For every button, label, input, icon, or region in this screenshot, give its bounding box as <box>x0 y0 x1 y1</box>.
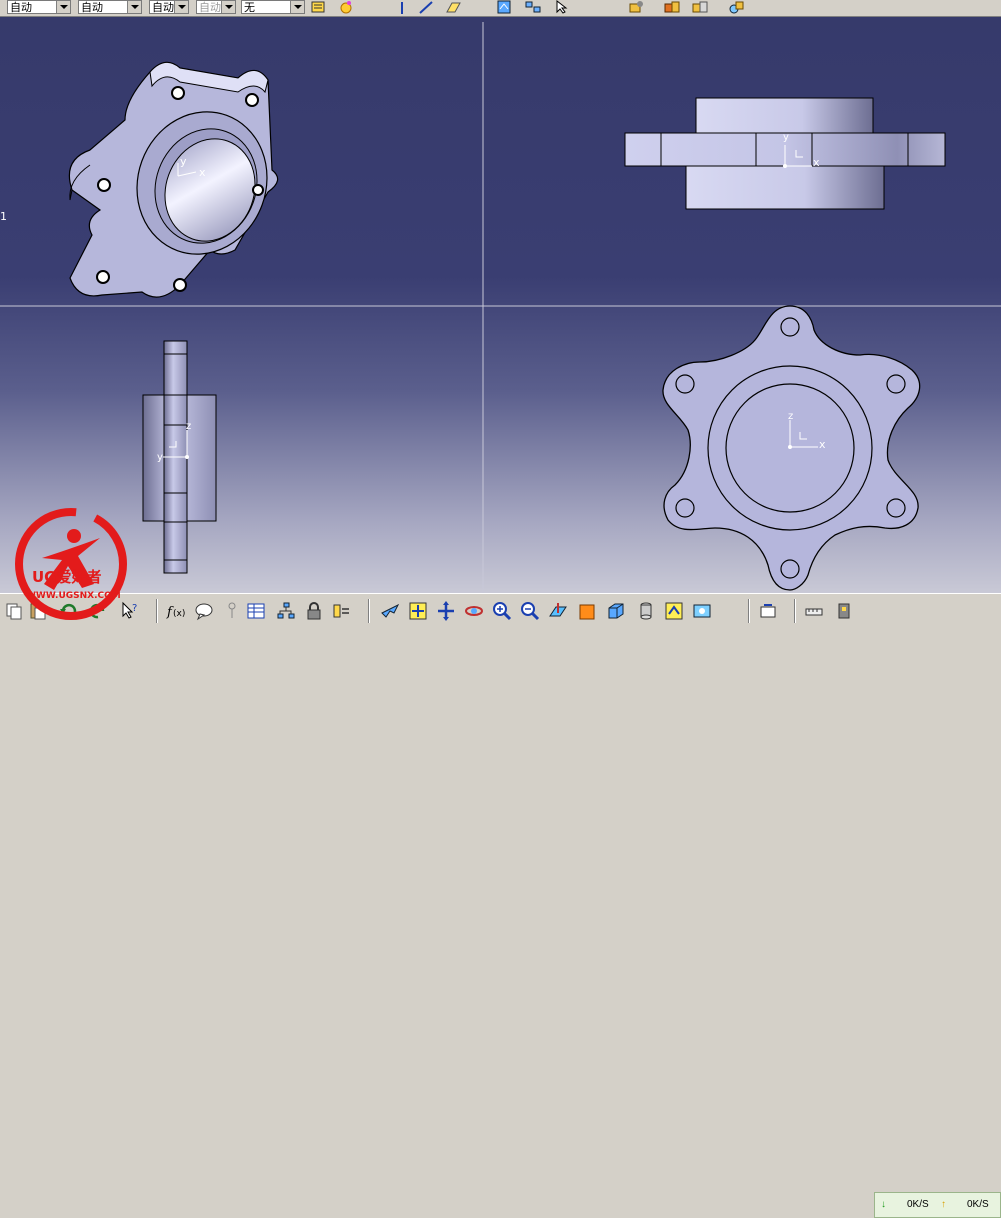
chevron-down-icon[interactable] <box>221 1 235 13</box>
front-axis-x-label: x <box>813 156 820 169</box>
download-arrow-icon: ↓ <box>881 1199 886 1210</box>
top-toolbar: 自动 自动 自动 自动 无 <box>0 0 1001 17</box>
iso-axis-x-label: x <box>199 166 206 179</box>
side-view[interactable]: z y <box>142 340 217 574</box>
key-icon[interactable] <box>222 601 242 621</box>
fit-all-icon[interactable] <box>408 601 428 621</box>
toolbar-separator <box>748 599 750 623</box>
line-tool-icon[interactable] <box>418 0 434 14</box>
color-combo[interactable]: 自动 <box>149 0 189 14</box>
mass-properties-icon[interactable] <box>834 601 854 621</box>
update-icon[interactable] <box>758 601 778 621</box>
table-icon[interactable] <box>246 601 266 621</box>
line-type-combo-value: 自动 <box>10 2 32 14</box>
normal-view-icon[interactable] <box>548 601 568 621</box>
select-cursor-icon[interactable] <box>554 0 570 14</box>
toolbar-separator <box>368 599 370 623</box>
arrow-up-icon[interactable] <box>394 0 410 14</box>
render-style-icon[interactable] <box>664 0 680 14</box>
lock-icon[interactable] <box>304 601 324 621</box>
chevron-down-icon[interactable] <box>290 1 304 13</box>
snapshot-icon[interactable] <box>692 601 712 621</box>
3d-viewport[interactable]: y x 1 y x z y z x <box>0 17 1001 593</box>
bottom-toolbar: ? f (x) ↓ 0K/S ↑ 0K/S <box>0 593 1001 1218</box>
svg-text:(x): (x) <box>173 609 185 619</box>
line-weight-combo-value: 自动 <box>81 2 103 14</box>
iso-axis-y-label: y <box>180 155 187 168</box>
side-axis-z-label: z <box>186 421 191 432</box>
zoom-in-icon[interactable] <box>492 601 512 621</box>
layer-combo[interactable]: 无 <box>241 0 305 14</box>
front-axis-y-label: y <box>783 132 789 143</box>
upload-speed: 0K/S <box>967 1199 989 1210</box>
pan-icon[interactable] <box>436 601 456 621</box>
side-axis-y-label: y <box>157 452 163 463</box>
color-sphere-icon[interactable] <box>338 0 354 14</box>
sketch-icon[interactable] <box>496 0 512 14</box>
toolbar-separator <box>794 599 796 623</box>
chevron-down-icon[interactable] <box>56 1 70 13</box>
ug-watermark-logo: UG爱好者 WWW.UGSNX.COM <box>15 508 127 620</box>
isometric-view[interactable]: y x <box>68 61 286 298</box>
left-edge-label: 1 <box>0 210 7 223</box>
zoom-out-icon[interactable] <box>520 601 540 621</box>
svg-text:?: ? <box>132 603 137 614</box>
measure-icon[interactable] <box>804 601 824 621</box>
watermark-url: WWW.UGSNX.COM <box>26 591 121 601</box>
line-type-combo[interactable]: 自动 <box>7 0 71 14</box>
shading-icon[interactable] <box>606 601 626 621</box>
quick-view-icon[interactable] <box>578 601 598 621</box>
top-axis-z-label: z <box>788 411 793 422</box>
top-view[interactable]: z x <box>662 305 921 591</box>
viewport-canvas[interactable]: y x 1 y x z y z x <box>0 17 1001 593</box>
color-combo-value: 自动 <box>152 2 174 14</box>
upload-arrow-icon: ↑ <box>941 1199 946 1210</box>
scene-icon[interactable] <box>728 0 744 14</box>
plane-icon[interactable] <box>445 0 461 14</box>
transparency-combo[interactable]: 自动 <box>196 0 236 14</box>
format-painter-icon[interactable] <box>310 0 326 14</box>
parameters-icon[interactable] <box>332 601 352 621</box>
apply-material-icon[interactable] <box>628 0 644 14</box>
top-axis-x-label: x <box>819 438 826 451</box>
chevron-down-icon[interactable] <box>127 1 141 13</box>
line-weight-combo[interactable]: 自动 <box>78 0 142 14</box>
transparency-combo-value: 自动 <box>199 2 221 14</box>
hide-show-icon[interactable] <box>636 601 656 621</box>
download-speed: 0K/S <box>907 1199 929 1210</box>
watermark-brand: UG爱好者 <box>32 568 102 586</box>
grid-icon[interactable] <box>525 0 541 14</box>
texture-icon[interactable] <box>692 0 708 14</box>
swap-space-icon[interactable] <box>664 601 684 621</box>
network-meter: ↓ 0K/S ↑ 0K/S <box>874 1192 1001 1218</box>
front-view[interactable]: y x <box>624 97 946 210</box>
layer-combo-value: 无 <box>244 2 255 14</box>
comment-icon[interactable] <box>194 601 214 621</box>
formula-icon[interactable]: f (x) <box>166 601 186 621</box>
tree-icon[interactable] <box>276 601 296 621</box>
rotate-icon[interactable] <box>464 601 484 621</box>
chevron-down-icon[interactable] <box>174 1 188 13</box>
toolbar-separator <box>156 599 158 623</box>
fly-mode-icon[interactable] <box>380 601 400 621</box>
